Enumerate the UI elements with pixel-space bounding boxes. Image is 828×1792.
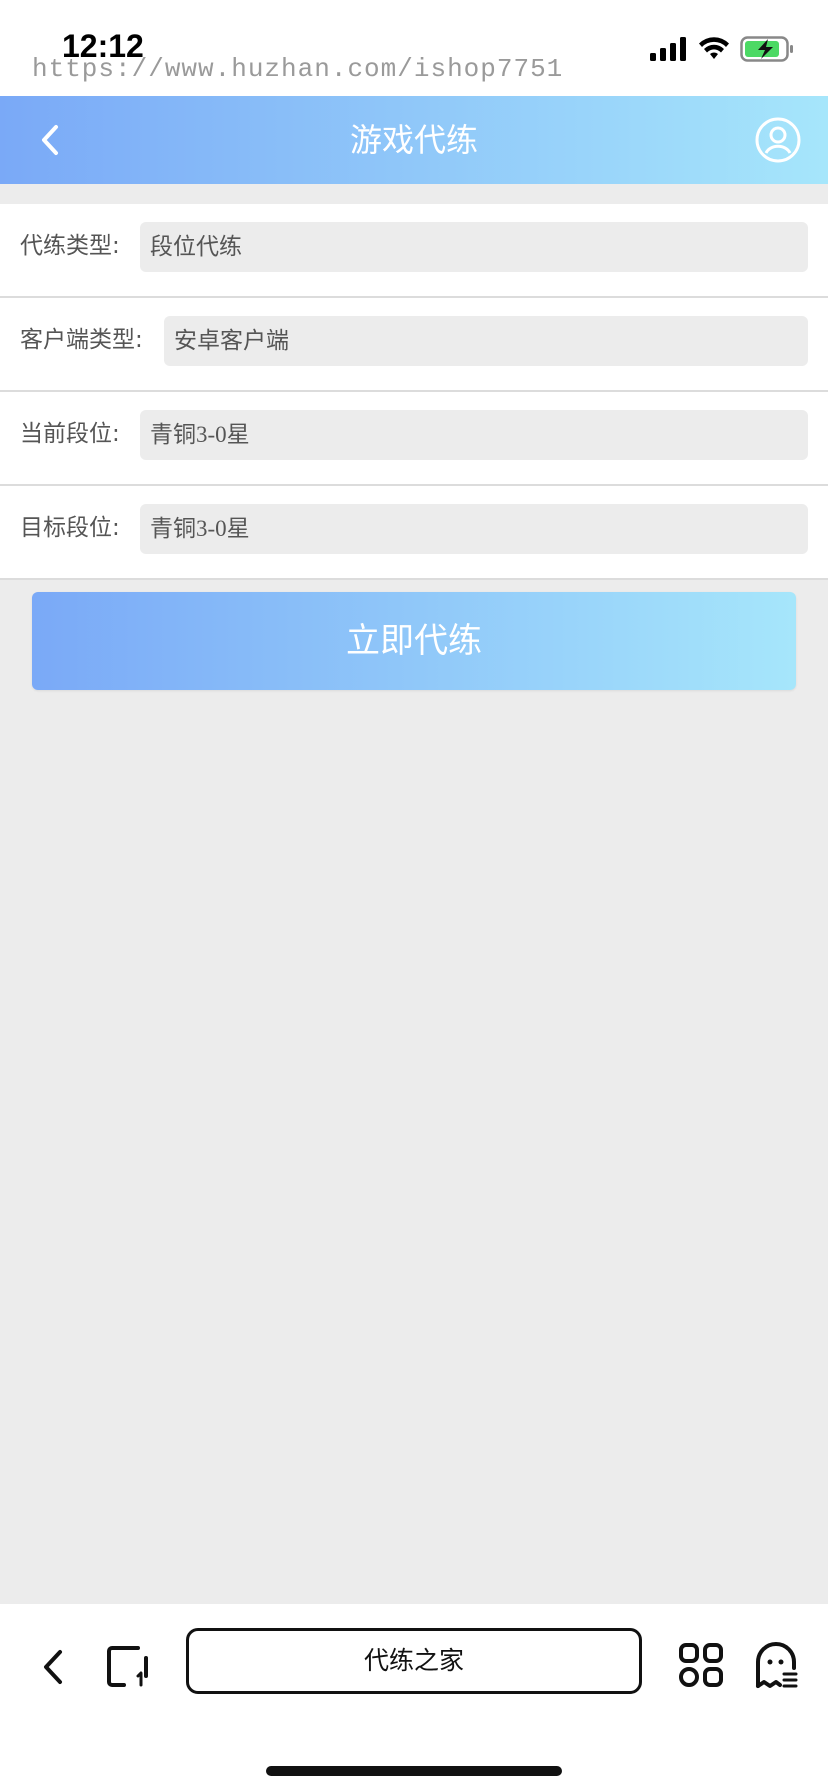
target-rank-label: 目标段位: [20, 515, 120, 541]
browser-url-field[interactable]: 代练之家 [186, 1628, 642, 1694]
client-type-label: 客户端类型: [20, 327, 143, 353]
client-type-select[interactable]: 安卓客户端 [164, 316, 808, 366]
browser-toolbar: 代练之家 [0, 1604, 828, 1792]
form-row-client-type: 客户端类型: 安卓客户端 [0, 298, 828, 392]
target-rank-select[interactable]: 青铜3-0星 [140, 504, 808, 554]
home-indicator[interactable] [266, 1766, 562, 1776]
current-rank-label: 当前段位: [20, 421, 120, 447]
status-icons [650, 34, 794, 64]
submit-order-button[interactable]: 立即代练 [32, 592, 796, 690]
browser-menu-button[interactable] [754, 1640, 798, 1690]
user-button[interactable] [754, 116, 802, 164]
browser-tabs-button[interactable] [104, 1640, 152, 1692]
status-bar: 12:12 https://www.huzhan.com/ishop7751 [0, 0, 828, 96]
browser-grid-button[interactable] [678, 1642, 724, 1688]
form-row-target-rank: 目标段位: 青铜3-0星 [0, 486, 828, 580]
boost-type-label: 代练类型: [20, 233, 120, 259]
chevron-left-icon [44, 1650, 62, 1684]
wifi-icon [699, 37, 729, 59]
browser-back-button[interactable] [34, 1642, 74, 1692]
page-title: 游戏代练 [349, 121, 478, 159]
ghost-icon [756, 1642, 798, 1688]
current-rank-select[interactable]: 青铜3-0星 [140, 410, 808, 460]
grid-icon [679, 1643, 723, 1687]
signal-icon [650, 37, 686, 61]
watermark-url: https://www.huzhan.com/ishop7751 [32, 54, 564, 84]
tabs-icon [107, 1646, 148, 1687]
boost-type-select[interactable]: 段位代练 [140, 222, 808, 272]
order-form: 代练类型: 段位代练 客户端类型: 安卓客户端 当前段位: 青铜3-0星 目标段… [0, 204, 828, 580]
form-row-current-rank: 当前段位: 青铜3-0星 [0, 392, 828, 486]
form-row-boost-type: 代练类型: 段位代练 [0, 204, 828, 298]
battery-charging-icon [740, 36, 793, 62]
user-circle-icon [755, 117, 801, 163]
app-header: 游戏代练 [0, 96, 828, 184]
